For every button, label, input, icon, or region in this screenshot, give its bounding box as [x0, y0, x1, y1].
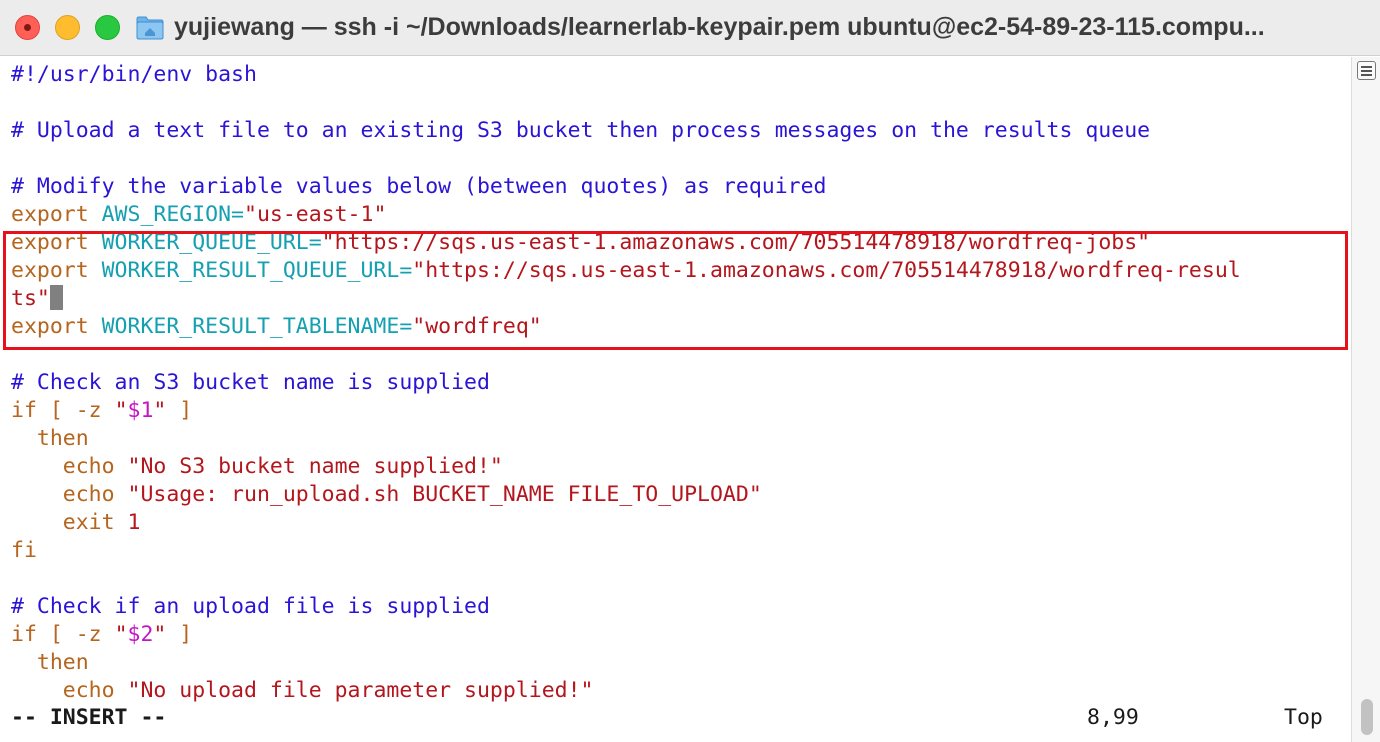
- code-line: fi: [11, 537, 37, 565]
- code-line: # Upload a text file to an existing S3 b…: [11, 117, 1150, 145]
- code-token: if [ -z: [11, 398, 115, 423]
- code-line: then: [11, 649, 89, 677]
- code-token: then: [11, 426, 89, 451]
- code-token: ": [114, 398, 128, 423]
- code-line: # Check an S3 bucket name is supplied: [11, 369, 490, 397]
- code-token: fi: [11, 538, 37, 563]
- scrollbar-thumb[interactable]: [1361, 699, 1373, 735]
- vim-mode-indicator: -- INSERT --: [11, 705, 167, 730]
- code-line: # Modify the variable values below (betw…: [11, 173, 826, 201]
- code-token: # Check an S3 bucket name is supplied: [11, 370, 490, 395]
- code-token: #!/usr/bin/env bash: [11, 62, 257, 87]
- code-token: ]: [166, 398, 193, 423]
- code-line: exit 1: [11, 509, 141, 537]
- code-token: ": [153, 398, 167, 423]
- code-token: ": [114, 622, 128, 647]
- highlight-box: [3, 231, 1348, 350]
- code-line: echo "No upload file parameter supplied!…: [11, 677, 594, 705]
- code-line: if [ -z "$2" ]: [11, 621, 192, 649]
- code-token: "No S3 bucket name supplied!": [127, 454, 503, 479]
- code-token: export: [11, 202, 102, 227]
- code-token: echo: [11, 678, 128, 703]
- code-line: then: [11, 425, 89, 453]
- code-token: # Upload a text file to an existing S3 b…: [11, 118, 1151, 143]
- code-token: "Usage: run_upload.sh BUCKET_NAME FILE_T…: [127, 482, 762, 507]
- code-line: if [ -z "$1" ]: [11, 397, 192, 425]
- code-token: "us-east-1": [244, 202, 387, 227]
- code-token: 1: [127, 510, 141, 535]
- code-token: # Modify the variable values below (betw…: [11, 174, 827, 199]
- code-token: AWS_REGION=: [101, 202, 244, 227]
- scrollbar[interactable]: [1351, 57, 1380, 742]
- code-token: $2: [127, 622, 154, 647]
- code-line: export AWS_REGION="us-east-1": [11, 201, 386, 229]
- code-token: $1: [127, 398, 154, 423]
- close-button[interactable]: [15, 15, 40, 40]
- cursor-position: 8,99: [1087, 705, 1139, 730]
- code-line: echo "No S3 bucket name supplied!": [11, 453, 503, 481]
- scroll-menu-icon[interactable]: [1357, 61, 1376, 80]
- scroll-position: Top: [1284, 705, 1323, 730]
- home-folder-icon: [136, 16, 164, 40]
- code-token: # Check if an upload file is supplied: [11, 594, 490, 619]
- code-line: # Check if an upload file is supplied: [11, 593, 490, 621]
- minimize-button[interactable]: [55, 15, 80, 40]
- zoom-button[interactable]: [95, 15, 120, 40]
- code-token: exit: [11, 510, 128, 535]
- code-token: if [ -z: [11, 622, 115, 647]
- code-token: then: [11, 650, 89, 675]
- code-token: echo: [11, 454, 128, 479]
- terminal-viewport[interactable]: #!/usr/bin/env bash # Upload a text file …: [0, 57, 1350, 742]
- code-token: ]: [166, 622, 193, 647]
- title-bar: yujiewang — ssh -i ~/Downloads/learnerla…: [0, 0, 1380, 56]
- code-token: echo: [11, 482, 128, 507]
- window-title: yujiewang — ssh -i ~/Downloads/learnerla…: [174, 13, 1265, 41]
- code-line: #!/usr/bin/env bash: [11, 61, 257, 89]
- code-token: "No upload file parameter supplied!": [127, 678, 594, 703]
- code-token: ": [153, 622, 167, 647]
- code-line: echo "Usage: run_upload.sh BUCKET_NAME F…: [11, 481, 762, 509]
